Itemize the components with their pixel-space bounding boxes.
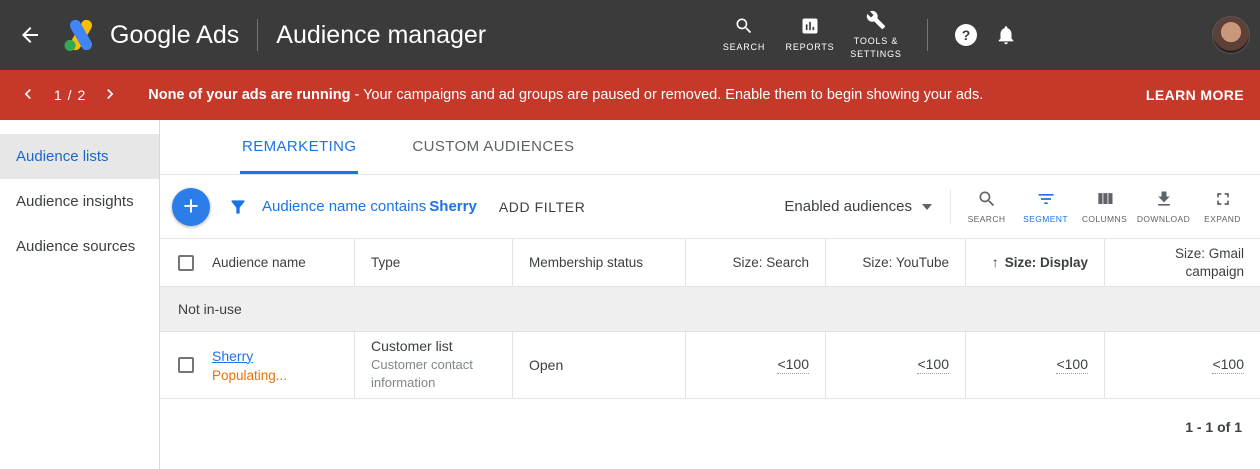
header-size-search[interactable]: Size: Search — [686, 239, 826, 286]
avatar[interactable] — [1212, 16, 1250, 54]
bell-icon — [995, 24, 1017, 46]
expand-button[interactable]: EXPAND — [1193, 189, 1252, 224]
header-membership-status[interactable]: Membership status — [513, 239, 686, 286]
help-button[interactable]: ? — [946, 15, 986, 55]
search-icon — [977, 189, 997, 209]
audience-name-link[interactable]: Sherry — [212, 348, 287, 364]
expand-icon — [1213, 189, 1233, 209]
banner-message: None of your ads are running - Your camp… — [148, 87, 983, 103]
filter-funnel-icon — [228, 197, 248, 217]
alert-banner: 1 / 2 None of your ads are running - You… — [0, 70, 1260, 120]
header-audience-name[interactable]: Audience name — [160, 239, 355, 286]
columns-label: COLUMNS — [1082, 214, 1127, 224]
table-search-label: SEARCH — [968, 214, 1006, 224]
topbar-tools-settings-label: TOOLS & SETTINGS — [846, 35, 906, 59]
size-gmail-value: <100 — [1212, 356, 1244, 374]
learn-more-button[interactable]: LEARN MORE — [1146, 87, 1244, 103]
dropdown-value: Enabled audiences — [784, 198, 912, 215]
banner-next-button[interactable] — [100, 84, 122, 106]
download-label: DOWNLOAD — [1137, 214, 1190, 224]
expand-label: EXPAND — [1204, 214, 1241, 224]
back-arrow-icon — [18, 23, 42, 47]
tab-custom-audiences[interactable]: CUSTOM AUDIENCES — [410, 120, 576, 174]
audience-view-dropdown[interactable]: Enabled audiences — [784, 198, 932, 215]
download-button[interactable]: DOWNLOAD — [1134, 189, 1193, 224]
header-size-youtube[interactable]: Size: YouTube — [826, 239, 966, 286]
segment-icon — [1036, 189, 1056, 209]
plus-icon: + — [183, 193, 199, 220]
banner-message-bold: None of your ads are running — [148, 87, 350, 103]
type-value: Customer list — [371, 338, 496, 354]
active-filter-chip[interactable]: Audience name containsSherry — [262, 198, 477, 215]
sidebar-item-audience-sources[interactable]: Audience sources — [0, 224, 159, 269]
back-button[interactable] — [10, 15, 50, 55]
columns-icon — [1095, 189, 1115, 209]
header-type[interactable]: Type — [355, 239, 513, 286]
download-icon — [1154, 189, 1174, 209]
segment-button[interactable]: SEGMENT — [1016, 189, 1075, 224]
filter-value: Sherry — [429, 198, 477, 215]
columns-button[interactable]: COLUMNS — [1075, 189, 1134, 224]
table-toolbar: + Audience name containsSherry ADD FILTE… — [160, 175, 1260, 238]
topbar: Google Ads Audience manager SEARCH REPOR… — [0, 0, 1260, 70]
table-search-button[interactable]: SEARCH — [957, 189, 1016, 224]
populating-status: Populating... — [212, 368, 287, 383]
cell-size-gmail: <100 — [1105, 332, 1260, 398]
segment-label: SEGMENT — [1023, 214, 1068, 224]
topbar-search-button[interactable]: SEARCH — [711, 16, 777, 53]
topbar-reports-label: REPORTS — [786, 41, 835, 53]
page-title: Audience manager — [276, 21, 486, 50]
banner-pager: 1 / 2 — [54, 87, 86, 103]
table-tools: SEARCH SEGMENT COLUMNS DOWNLOAD EXPAND — [950, 189, 1252, 224]
select-all-checkbox[interactable] — [178, 255, 194, 271]
header-size-display[interactable]: ↑ Size: Display — [966, 239, 1105, 286]
main-panel: REMARKETING CUSTOM AUDIENCES + Audience … — [160, 120, 1260, 469]
pagination-label: 1 - 1 of 1 — [160, 399, 1260, 435]
header-audience-name-label: Audience name — [212, 254, 306, 272]
audience-table: Audience name Type Membership status Siz… — [160, 238, 1260, 399]
topbar-search-label: SEARCH — [723, 41, 765, 53]
filter-prefix: Audience name contains — [262, 198, 426, 215]
tab-bar: REMARKETING CUSTOM AUDIENCES — [160, 120, 1260, 175]
cell-membership-status: Open — [513, 332, 686, 398]
group-row-not-in-use: Not in-use — [160, 287, 1260, 332]
chevron-down-icon — [922, 204, 932, 210]
help-icon: ? — [955, 24, 977, 46]
banner-message-rest: - Your campaigns and ad groups are pause… — [350, 87, 983, 103]
content: Audience lists Audience insights Audienc… — [0, 120, 1260, 469]
topbar-divider — [927, 19, 928, 51]
wrench-icon — [866, 10, 886, 30]
table-row: Sherry Populating... Customer list Custo… — [160, 332, 1260, 399]
reports-icon — [800, 16, 820, 36]
sidebar-item-audience-lists[interactable]: Audience lists — [0, 134, 159, 179]
topbar-divider — [257, 19, 258, 51]
table-header-row: Audience name Type Membership status Siz… — [160, 239, 1260, 287]
search-icon — [734, 16, 754, 36]
cell-size-youtube: <100 — [826, 332, 966, 398]
notifications-button[interactable] — [986, 15, 1026, 55]
cell-type: Customer list Customer contact informati… — [355, 332, 513, 398]
add-filter-button[interactable]: ADD FILTER — [499, 199, 586, 215]
banner-prev-button[interactable] — [18, 84, 40, 106]
sidebar-item-audience-insights[interactable]: Audience insights — [0, 179, 159, 224]
add-audience-button[interactable]: + — [172, 188, 210, 226]
cell-size-search: <100 — [686, 332, 826, 398]
cell-size-display: <100 — [966, 332, 1105, 398]
sidebar: Audience lists Audience insights Audienc… — [0, 120, 160, 469]
type-detail: Customer contact information — [371, 356, 496, 391]
cell-audience-name: Sherry Populating... — [160, 332, 355, 398]
topbar-tools-settings-button[interactable]: TOOLS & SETTINGS — [843, 10, 909, 59]
filter-button[interactable] — [228, 197, 248, 217]
header-size-gmail[interactable]: Size: Gmail campaign — [1105, 239, 1260, 286]
size-search-value: <100 — [777, 356, 809, 374]
sort-ascending-icon: ↑ — [992, 253, 999, 271]
header-size-display-label: Size: Display — [1005, 254, 1088, 272]
topbar-reports-button[interactable]: REPORTS — [777, 16, 843, 53]
row-checkbox[interactable] — [178, 357, 194, 373]
size-display-value: <100 — [1056, 356, 1088, 374]
tab-remarketing[interactable]: REMARKETING — [240, 120, 358, 174]
google-ads-logo-icon[interactable] — [62, 16, 100, 54]
brand-name: Google Ads — [110, 21, 239, 50]
size-youtube-value: <100 — [917, 356, 949, 374]
